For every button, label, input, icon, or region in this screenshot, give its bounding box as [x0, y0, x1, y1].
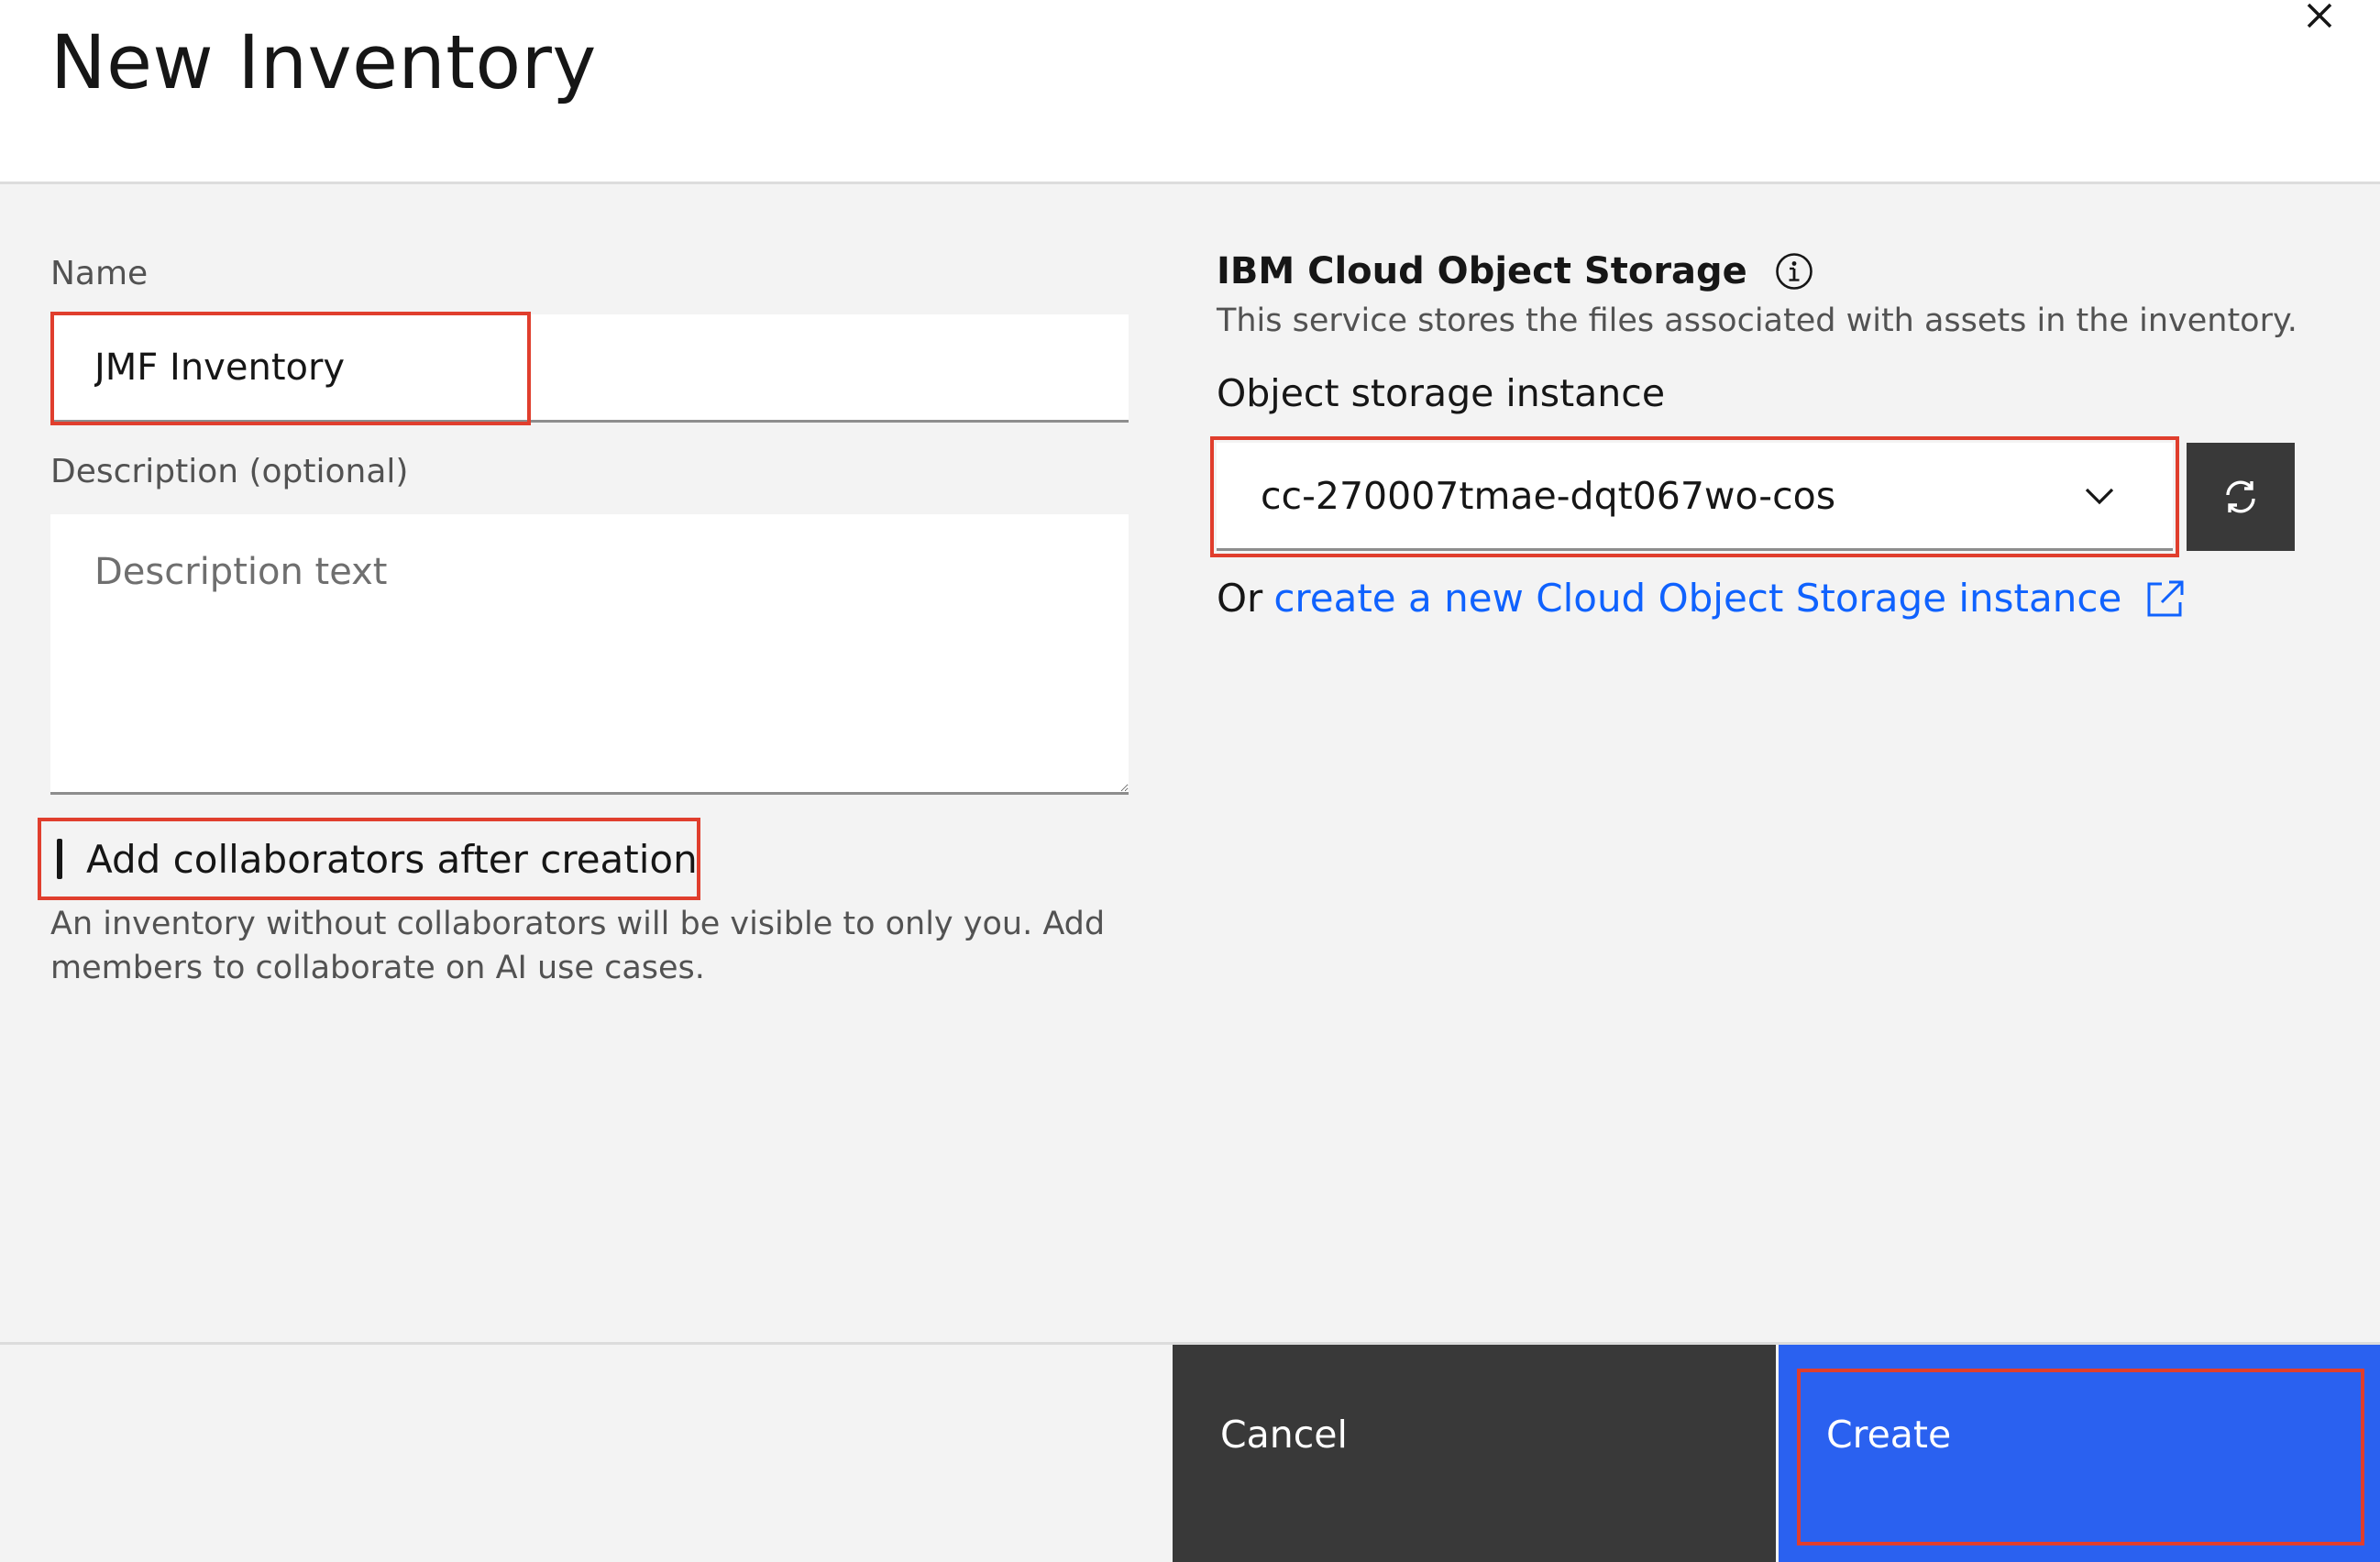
close-icon	[2307, 3, 2332, 28]
chevron-down-icon	[2085, 488, 2114, 504]
object-storage-select[interactable]: cc-270007tmae-dqt067wo-cos	[1217, 443, 2173, 551]
storage-section-title: IBM Cloud Object Storage	[1217, 250, 1813, 292]
name-input[interactable]	[50, 314, 1129, 423]
dialog-title: New Inventory	[50, 20, 597, 106]
selected-instance-value: cc-270007tmae-dqt067wo-cos	[1261, 473, 1836, 518]
create-cos-instance-link[interactable]: create a new Cloud Object Storage instan…	[1273, 576, 2121, 621]
description-label: Description (optional)	[50, 453, 409, 490]
or-text: Or	[1217, 576, 1263, 621]
create-button[interactable]: Create	[1779, 1345, 2380, 1562]
close-button[interactable]	[2292, 0, 2347, 37]
checkbox-box[interactable]	[57, 839, 62, 879]
add-collaborators-checkbox[interactable]: Add collaborators after creation	[41, 821, 698, 896]
launch-icon[interactable]	[2145, 578, 2186, 619]
storage-description: This service stores the files associated…	[1217, 302, 2297, 339]
create-instance-line: Or create a new Cloud Object Storage ins…	[1217, 576, 2186, 621]
storage-title-text: IBM Cloud Object Storage	[1217, 250, 1747, 292]
refresh-button[interactable]	[2187, 443, 2295, 551]
object-storage-instance-label: Object storage instance	[1217, 371, 1666, 415]
collaborators-helper-text: An inventory without collaborators will …	[50, 906, 1106, 986]
new-inventory-dialog: New Inventory Name Description (optional…	[0, 0, 2380, 1562]
description-textarea[interactable]	[50, 514, 1129, 795]
add-collaborators-label: Add collaborators after creation	[86, 836, 698, 882]
refresh-icon	[2226, 480, 2255, 513]
cancel-button[interactable]: Cancel	[1173, 1345, 1776, 1562]
name-label: Name	[50, 255, 149, 292]
info-icon[interactable]	[1775, 252, 1813, 291]
dialog-header: New Inventory	[0, 0, 2380, 184]
